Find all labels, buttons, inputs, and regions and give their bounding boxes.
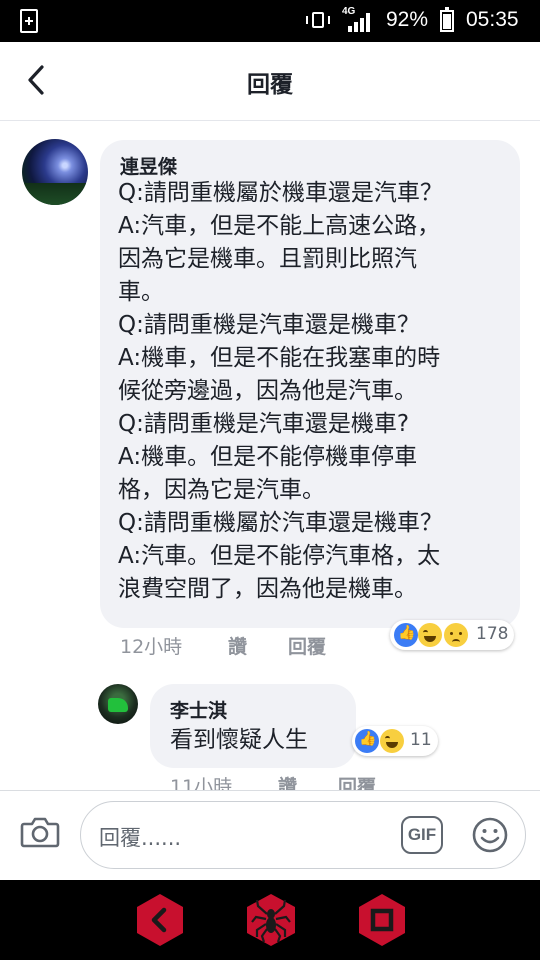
reaction-count: 11	[410, 730, 432, 750]
reply-time: 11小時	[170, 776, 233, 790]
reply-composer: 回覆...... GIF	[0, 790, 540, 881]
back-hexagon-icon	[137, 894, 183, 946]
haha-icon	[418, 623, 442, 647]
like-button[interactable]: 讚	[278, 772, 297, 790]
avatar[interactable]	[98, 684, 138, 724]
reply-bubble[interactable]: 李士淇 看到懷疑人生	[150, 684, 356, 768]
nav-recents-button[interactable]	[354, 892, 410, 948]
smiley-icon	[472, 817, 508, 853]
reply-author[interactable]: 李士淇	[170, 696, 227, 723]
nav-back-button[interactable]	[132, 892, 188, 948]
camera-icon	[20, 817, 60, 848]
nav-home-button[interactable]	[242, 892, 300, 948]
like-icon	[394, 623, 418, 647]
sad-icon	[444, 623, 468, 647]
reply-button[interactable]: 回覆	[338, 772, 376, 790]
like-button[interactable]: 讚	[228, 632, 247, 659]
reactions-summary[interactable]: 11	[352, 726, 438, 756]
reply-text: 看到懷疑人生	[170, 727, 308, 753]
reply-button[interactable]: 回覆	[288, 632, 326, 659]
comment-time: 12小時	[120, 636, 183, 658]
haha-icon	[380, 729, 404, 753]
navigation-bar	[0, 880, 540, 960]
gif-button[interactable]: GIF	[401, 816, 443, 854]
battery-percent: 92%	[386, 8, 429, 31]
vibrate-icon	[306, 9, 330, 31]
status-bar: 4G 92% 05:35	[0, 0, 540, 42]
comment-author[interactable]: 連昱傑	[120, 152, 177, 179]
comment-bubble[interactable]: 連昱傑 Q:請問重機屬於機車還是汽車？ A:汽車，但是不能上高速公路， 因為它是…	[100, 140, 520, 628]
camera-button[interactable]	[20, 815, 60, 849]
reactions-summary[interactable]: 178	[390, 620, 514, 650]
page-title: 回覆	[247, 72, 293, 98]
battery-icon	[440, 7, 454, 32]
reply-input[interactable]: 回覆...... GIF	[80, 801, 526, 869]
recents-hexagon-icon	[359, 894, 405, 946]
header: 回覆	[0, 42, 540, 121]
reaction-count: 178	[476, 624, 509, 644]
spider-hexagon-icon	[247, 894, 295, 946]
notification-plus-icon	[20, 9, 38, 33]
like-icon	[355, 729, 379, 753]
reply-meta: 11小時 讚 回覆	[170, 772, 430, 790]
clock: 05:35	[466, 8, 519, 31]
comment-text: Q:請問重機屬於機車還是汽車？ A:汽車，但是不能上高速公路， 因為它是機車。且…	[118, 180, 443, 602]
signal-icon	[348, 12, 374, 32]
sticker-button[interactable]	[471, 816, 509, 854]
avatar[interactable]	[22, 139, 88, 205]
reply-placeholder: 回覆......	[99, 826, 182, 850]
comment-meta: 12小時 讚 回覆	[120, 632, 420, 660]
